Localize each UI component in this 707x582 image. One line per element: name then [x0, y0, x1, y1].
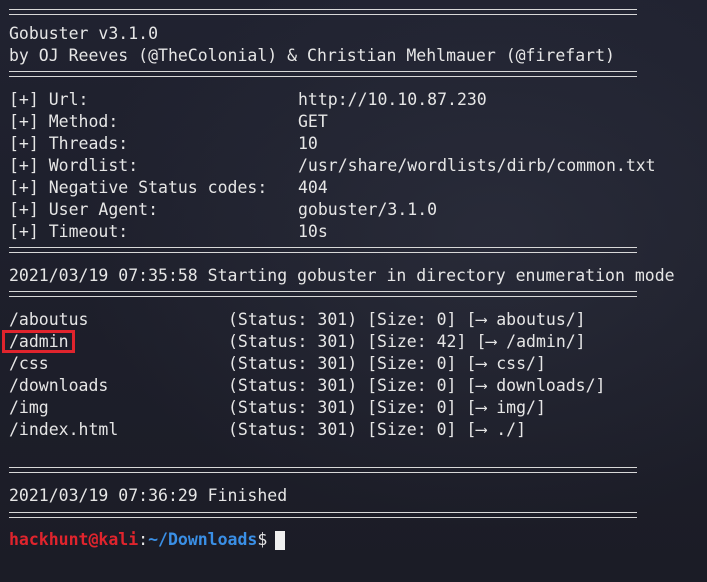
config-label: [+] Negative Status codes:	[9, 178, 268, 197]
separator-after-start	[9, 291, 637, 297]
config-label: [+] Wordlist:	[9, 156, 139, 175]
cursor-block-icon[interactable]	[275, 531, 286, 550]
result-info: (Status: 301) [Size: 0] [⟶ aboutus/]	[228, 310, 586, 329]
banner-line-2: by OJ Reeves (@TheColonial) & Christian …	[9, 46, 615, 65]
config-method: [+] Method: GET	[9, 111, 328, 133]
separator-after-results	[9, 467, 637, 473]
result-row: /admin (Status: 301) [Size: 42] [⟶ /admin…	[9, 331, 586, 353]
result-info: (Status: 301) [Size: 0] [⟶ ./]	[228, 420, 527, 439]
result-path: /css	[9, 354, 49, 373]
config-label: [+] Threads:	[9, 134, 129, 153]
result-info: (Status: 301) [Size: 0] [⟶ img/]	[228, 398, 546, 417]
config-label: [+] Timeout:	[9, 222, 129, 241]
config-value: http://10.10.87.230	[298, 90, 487, 109]
config-value: 10s	[298, 222, 328, 241]
start-message: 2021/03/19 07:35:58 Starting gobuster in…	[9, 266, 675, 285]
result-path: /downloads	[9, 376, 109, 395]
config-value: gobuster/3.1.0	[298, 200, 438, 219]
config-threads: [+] Threads: 10	[9, 133, 318, 155]
result-row: /css (Status: 301) [Size: 0] [⟶ css/]	[9, 353, 546, 375]
result-path: /aboutus	[9, 310, 89, 329]
config-label: [+] User Agent:	[9, 200, 159, 219]
separator-top	[9, 9, 637, 15]
result-info: (Status: 301) [Size: 0] [⟶ css/]	[228, 354, 546, 373]
finish-message: 2021/03/19 07:36:29 Finished	[9, 486, 288, 505]
admin-highlight-box	[2, 330, 75, 353]
result-row: /downloads (Status: 301) [Size: 0] [⟶ dow…	[9, 375, 606, 397]
result-info: (Status: 301) [Size: 42] [⟶ /admin/]	[228, 332, 586, 351]
separator-after-config	[9, 247, 637, 253]
prompt-path: ~/Downloads	[148, 530, 258, 549]
result-path: /index.html	[9, 420, 119, 439]
result-row: /index.html (Status: 301) [Size: 0] [⟶ ./…	[9, 419, 526, 441]
config-label: [+] Method:	[9, 112, 119, 131]
config-value: GET	[298, 112, 328, 131]
separator-bottom	[9, 512, 637, 518]
result-row: /aboutus (Status: 301) [Size: 0] [⟶ about…	[9, 309, 586, 331]
config-timeout: [+] Timeout: 10s	[9, 221, 328, 243]
config-wordlist: [+] Wordlist: /usr/share/wordlists/dirb/c…	[9, 155, 656, 177]
prompt-separator: :	[138, 530, 149, 549]
config-url: [+] Url: http://10.10.87.230	[9, 89, 487, 111]
shell-prompt[interactable]: hackhunt@kali:~/Downloads$	[9, 529, 286, 551]
config-label: [+] Url:	[9, 90, 89, 109]
result-info: (Status: 301) [Size: 0] [⟶ downloads/]	[228, 376, 606, 395]
terminal-window[interactable]: Gobuster v3.1.0 by OJ Reeves (@TheColoni…	[0, 0, 707, 582]
banner-line-1: Gobuster v3.1.0	[9, 24, 159, 43]
config-value: 10	[298, 134, 318, 153]
config-user-agent: [+] User Agent: gobuster/3.1.0	[9, 199, 437, 221]
prompt-symbol: $	[257, 530, 268, 549]
config-negative-status: [+] Negative Status codes: 404	[9, 177, 328, 199]
result-row: /img (Status: 301) [Size: 0] [⟶ img/]	[9, 397, 546, 419]
result-path: /img	[9, 398, 49, 417]
prompt-user-host: hackhunt@kali	[9, 530, 139, 549]
config-value: 404	[298, 178, 328, 197]
separator-after-banner	[9, 71, 637, 77]
config-value: /usr/share/wordlists/dirb/common.txt	[298, 156, 656, 175]
